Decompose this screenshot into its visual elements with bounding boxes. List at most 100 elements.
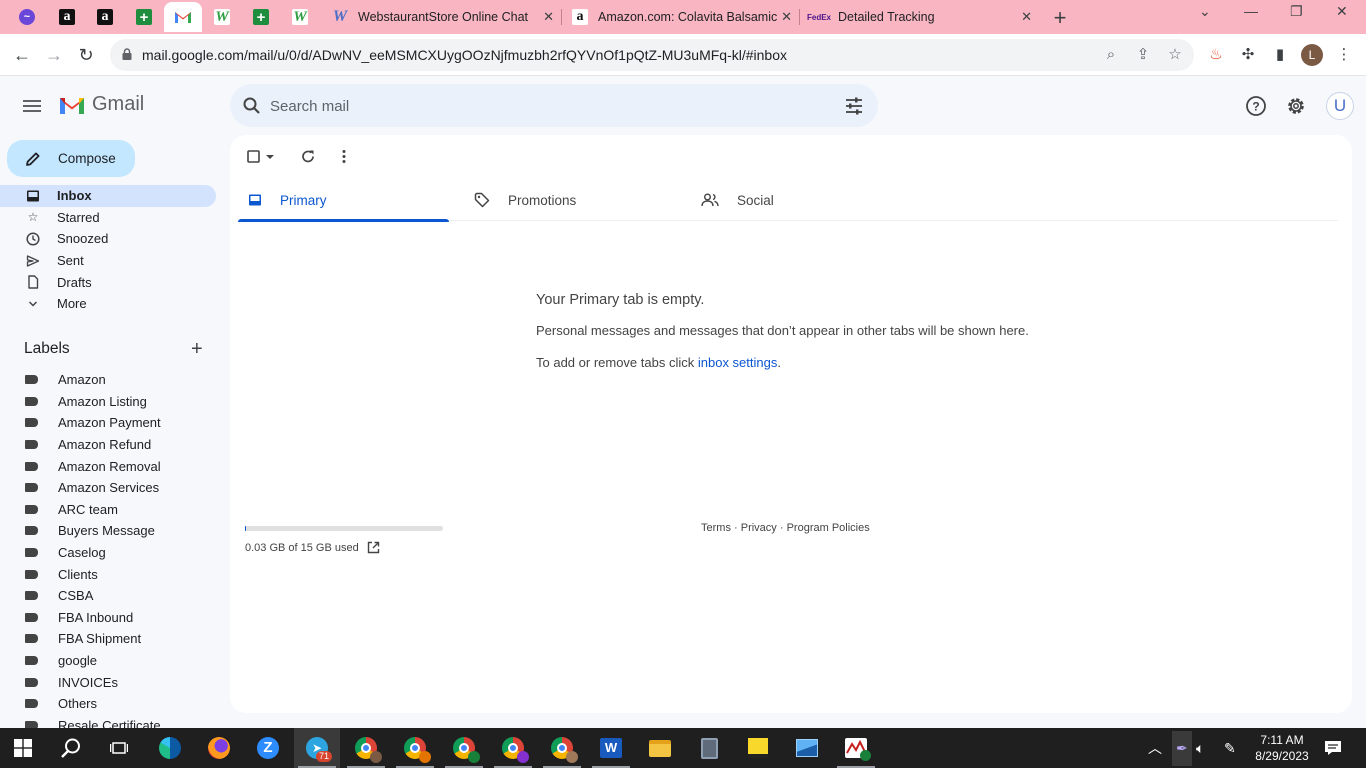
taskbar-app-chart[interactable] — [833, 728, 879, 768]
pen-workspace-icon[interactable]: ✒ — [1172, 728, 1192, 768]
pinned-tab-amazon-2[interactable]: a — [86, 2, 124, 32]
pinned-tab-sheets-1[interactable]: + — [125, 2, 163, 32]
reload-icon[interactable]: ↻ — [74, 43, 98, 67]
pinned-tab-gmail[interactable] — [164, 2, 202, 32]
new-tab-plus-icon[interactable]: + — [1050, 5, 1070, 31]
forward-arrow-icon[interactable]: → — [42, 43, 66, 67]
taskbar-calculator[interactable] — [686, 728, 732, 768]
nav-item-sent[interactable]: Sent — [0, 250, 216, 272]
address-bar[interactable]: mail.google.com/mail/u/0/d/ADwNV_eeMSMCX… — [110, 39, 1194, 71]
compose-button[interactable]: Compose — [7, 140, 135, 177]
taskbar-firefox[interactable] — [196, 728, 242, 768]
label-item[interactable]: Amazon Removal — [0, 455, 216, 477]
nav-item-more[interactable]: More — [0, 293, 216, 315]
tab-promotions[interactable]: Promotions — [474, 179, 685, 221]
pinned-tab-webstaurant-2[interactable]: W — [281, 2, 319, 32]
select-all-checkbox[interactable] — [246, 147, 266, 167]
side-panel-icon[interactable]: ▮ — [1270, 45, 1290, 65]
close-tab-icon[interactable]: ✕ — [1021, 9, 1032, 25]
task-view-button[interactable] — [96, 728, 142, 768]
start-button[interactable] — [0, 728, 46, 768]
tab-webstaurant-chat[interactable]: W WebstaurantStore Online Chat ✕ — [322, 2, 562, 32]
show-hidden-icons-chevron[interactable]: ︿ — [1148, 728, 1162, 768]
restore-icon[interactable]: ❐ — [1290, 3, 1303, 20]
taskbar-zoom[interactable]: Z — [245, 728, 291, 768]
label-item[interactable]: CSBA — [0, 585, 216, 607]
system-clock[interactable]: 7:11 AM 8/29/2023 — [1254, 732, 1310, 764]
pinned-tab-webstaurant-1[interactable]: W — [203, 2, 241, 32]
extensions-puzzle-icon[interactable]: ✣ — [1238, 45, 1258, 65]
label-item[interactable]: Amazon Refund — [0, 434, 216, 456]
search-options-icon[interactable] — [844, 96, 864, 116]
pinned-tab-messenger[interactable]: ~ — [8, 2, 46, 32]
nav-item-starred[interactable]: ☆ Starred — [0, 207, 216, 229]
account-avatar[interactable]: U — [1326, 92, 1354, 120]
share-icon[interactable]: ⇪ — [1134, 46, 1152, 64]
label-item[interactable]: FBA Shipment — [0, 628, 216, 650]
gmail-logo[interactable]: Gmail — [58, 93, 144, 116]
taskbar-chrome-1[interactable] — [343, 728, 389, 768]
taskbar-chrome-5[interactable] — [539, 728, 585, 768]
tab-amazon-colavita[interactable]: a Amazon.com: Colavita Balsamic G ✕ — [562, 2, 800, 32]
label-item[interactable]: Amazon Payment — [0, 412, 216, 434]
tab-search-chevron-icon[interactable]: ⌄ — [1199, 3, 1211, 20]
open-external-icon[interactable] — [367, 541, 380, 554]
zoom-icon[interactable]: ⌕ — [1102, 46, 1120, 64]
search-icon[interactable] — [242, 96, 262, 116]
refresh-icon[interactable] — [298, 147, 318, 167]
browser-menu-icon[interactable]: ⋮ — [1334, 45, 1354, 65]
taskbar-photos[interactable] — [784, 728, 830, 768]
minimize-icon[interactable]: — — [1244, 3, 1258, 19]
label-item[interactable]: Amazon — [0, 369, 216, 391]
label-item[interactable]: Buyers Message — [0, 520, 216, 542]
pen-icon[interactable]: ✎ — [1224, 728, 1236, 768]
nav-item-inbox[interactable]: Inbox — [0, 185, 216, 207]
taskbar-edge[interactable] — [147, 728, 193, 768]
program-policies-link[interactable]: Program Policies — [787, 522, 870, 534]
create-label-plus-icon[interactable]: + — [191, 339, 203, 359]
notifications-icon[interactable] — [1324, 728, 1342, 768]
main-menu-icon[interactable] — [22, 96, 42, 116]
tab-social[interactable]: Social — [701, 179, 912, 221]
close-window-icon[interactable]: ✕ — [1336, 3, 1348, 20]
taskbar-search-button[interactable] — [48, 728, 94, 768]
label-item[interactable]: INVOICEs — [0, 671, 216, 693]
taskbar-chrome-4[interactable] — [490, 728, 536, 768]
nav-item-drafts[interactable]: Drafts — [0, 271, 216, 293]
taskbar-telegram[interactable]: ➤ 71 — [294, 728, 340, 768]
taskbar-word[interactable]: W — [588, 728, 634, 768]
tab-detailed-tracking[interactable]: FedEx Detailed Tracking ✕ — [800, 2, 1040, 32]
label-item[interactable]: Others — [0, 693, 216, 715]
select-dropdown-caret-icon[interactable] — [264, 147, 276, 167]
tab-primary[interactable]: Primary — [238, 179, 449, 222]
label-item[interactable]: Caselog — [0, 542, 216, 564]
label-item[interactable]: Amazon Listing — [0, 391, 216, 413]
nav-item-snoozed[interactable]: Snoozed — [0, 228, 216, 250]
volume-icon[interactable]: 🔈︎ — [1196, 728, 1204, 768]
settings-gear-icon[interactable] — [1285, 95, 1307, 117]
browser-profile-avatar[interactable]: L — [1301, 44, 1323, 66]
back-arrow-icon[interactable]: ← — [10, 43, 34, 67]
help-icon[interactable]: ? — [1245, 95, 1267, 117]
label-item[interactable]: ARC team — [0, 499, 216, 521]
label-item[interactable]: google — [0, 650, 216, 672]
label-item[interactable]: Clients — [0, 563, 216, 585]
taskbar-chrome-3[interactable] — [441, 728, 487, 768]
taskbar-sticky-notes[interactable] — [735, 728, 781, 768]
pinned-tab-amazon-1[interactable]: a — [48, 2, 86, 32]
bookmark-star-icon[interactable]: ☆ — [1166, 46, 1184, 64]
inbox-settings-link[interactable]: inbox settings — [698, 355, 778, 370]
close-tab-icon[interactable]: ✕ — [781, 9, 792, 25]
tab-title: Detailed Tracking — [838, 10, 935, 24]
label-item[interactable]: Amazon Services — [0, 477, 216, 499]
privacy-link[interactable]: Privacy — [741, 522, 777, 534]
taskbar-chrome-2[interactable] — [392, 728, 438, 768]
taskbar-file-explorer[interactable] — [637, 728, 683, 768]
label-item[interactable]: FBA Inbound — [0, 607, 216, 629]
pinned-tab-sheets-2[interactable]: + — [242, 2, 280, 32]
close-tab-icon[interactable]: ✕ — [543, 9, 554, 25]
more-vert-icon[interactable] — [334, 147, 354, 167]
extension-flame-icon[interactable]: ♨ — [1206, 45, 1226, 65]
terms-link[interactable]: Terms — [701, 522, 731, 534]
search-input[interactable] — [270, 95, 830, 117]
